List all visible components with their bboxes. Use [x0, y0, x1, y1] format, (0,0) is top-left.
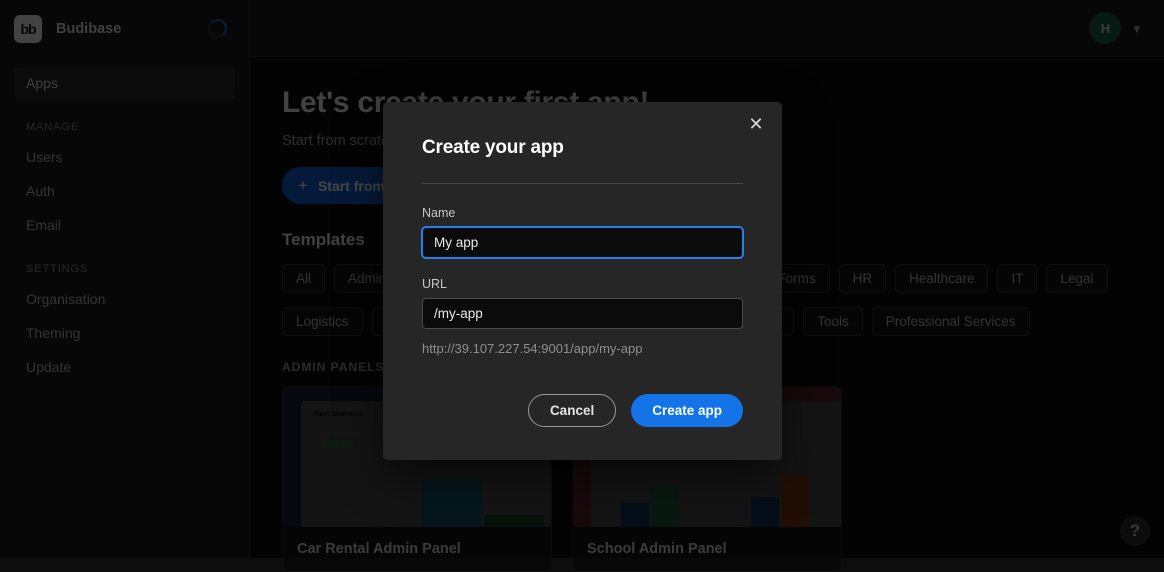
close-icon[interactable]: ✕: [745, 113, 767, 135]
modal-title: Create your app: [422, 137, 743, 159]
app-url-input[interactable]: [422, 298, 743, 329]
app-name-input[interactable]: [422, 227, 743, 258]
create-app-modal: ✕ Create your app Name URL http://39.107…: [383, 102, 782, 460]
url-field-label: URL: [422, 277, 743, 291]
name-field-label: Name: [422, 206, 743, 220]
create-app-button[interactable]: Create app: [631, 394, 743, 427]
modal-divider: [422, 183, 743, 184]
modal-actions: Cancel Create app: [528, 394, 743, 427]
cancel-button[interactable]: Cancel: [528, 394, 616, 427]
url-preview-text: http://39.107.227.54:9001/app/my-app: [422, 341, 743, 356]
modal-body: Create your app Name URL http://39.107.2…: [383, 102, 782, 356]
